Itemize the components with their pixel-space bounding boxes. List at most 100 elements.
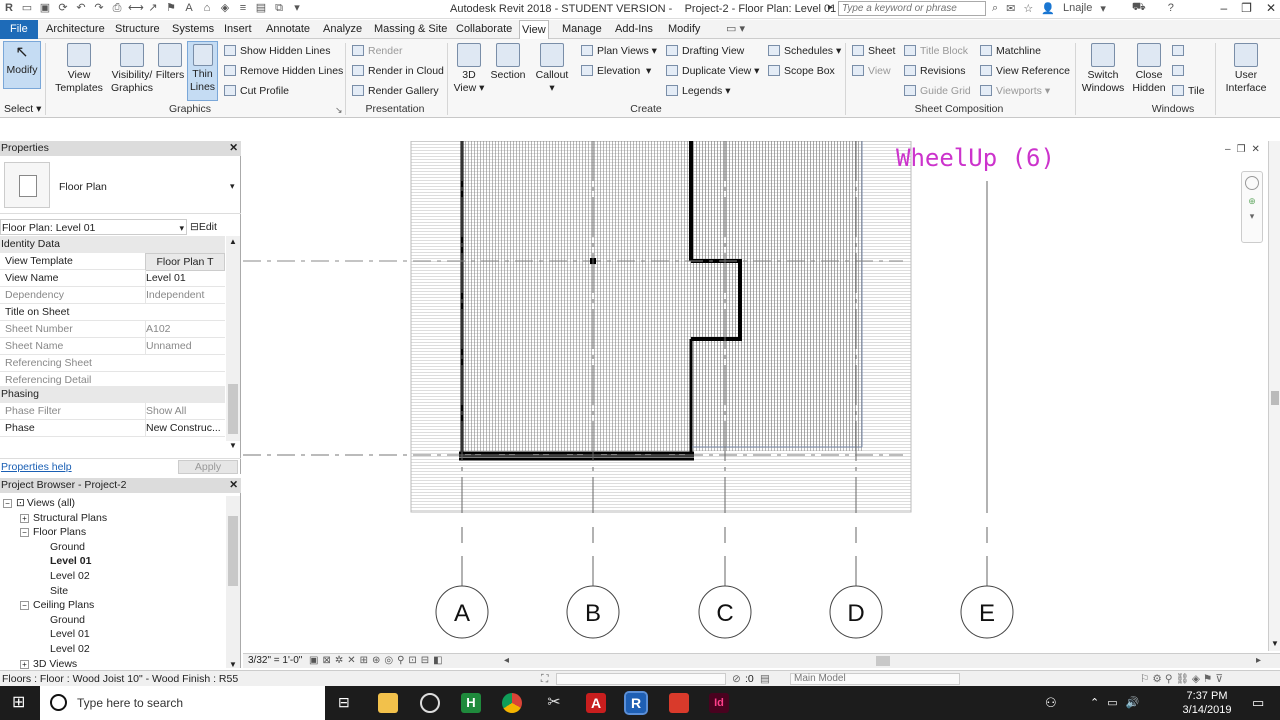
3d-view-button[interactable]: 3D View ▾ (452, 43, 486, 95)
instance-filter-dropdown[interactable]: Floor Plan: Level 01 ▾ (0, 219, 187, 235)
revisions-button[interactable]: Revisions (904, 63, 966, 79)
properties-help-link[interactable]: Properties help (1, 461, 72, 473)
restore-icon[interactable]: ❐ (1241, 1, 1252, 15)
property-value[interactable]: Floor Plan T (145, 253, 225, 271)
phasing-row[interactable]: Phase New Construc... (0, 420, 225, 437)
dialog-launcher-icon[interactable]: ↘ (335, 105, 343, 116)
browser-tree-item[interactable]: Level 02 (50, 642, 90, 657)
tab-insert[interactable]: Insert (222, 20, 254, 39)
minimize-icon[interactable]: – (1220, 1, 1227, 15)
expand-icon[interactable]: + (20, 659, 29, 669)
close-hidden-button[interactable]: Close Hidden (1130, 43, 1168, 95)
browser-tree-item[interactable]: Level 01 (50, 627, 90, 642)
community-icon[interactable]: ✉ (1006, 2, 1015, 15)
tab-file[interactable]: File (0, 20, 38, 39)
browser-tree-item[interactable]: Level 01 (50, 554, 91, 569)
phasing-row[interactable]: Phase Filter Show All (0, 403, 225, 420)
tab-systems[interactable]: Systems (170, 20, 216, 39)
browser-tree-item[interactable]: Site (50, 584, 68, 599)
dimension-icon[interactable]: ↗ (146, 1, 160, 15)
property-value[interactable]: Unnamed (145, 338, 225, 354)
tab-structure[interactable]: Structure (113, 20, 162, 39)
user-icon[interactable]: 👤 (1041, 2, 1055, 15)
property-value[interactable]: Independent (145, 287, 225, 303)
drafting-view-button[interactable]: Drafting View (666, 43, 744, 59)
acrobat-icon[interactable] (669, 693, 689, 713)
cut-profile-button[interactable]: Cut Profile (224, 83, 289, 99)
close-icon[interactable]: ✕ (229, 478, 238, 493)
open-icon[interactable]: ▭ (20, 1, 34, 15)
canvas-vertical-scrollbar[interactable]: ▼ (1268, 141, 1280, 651)
steering-wheel-icon[interactable] (1245, 176, 1259, 190)
indesign-icon[interactable]: Id (709, 693, 729, 713)
property-value[interactable]: Show All (145, 403, 225, 419)
autodesk-app-icon[interactable] (420, 693, 440, 713)
minimize-icon[interactable]: – (1225, 144, 1231, 155)
zoom-icon[interactable]: ⊕ (1242, 196, 1262, 207)
sheet-button[interactable]: Sheet (852, 43, 895, 59)
scroll-left-icon[interactable]: ◂ (504, 654, 509, 668)
property-row[interactable]: View Template Floor Plan T (0, 253, 225, 271)
browser-tree-item[interactable]: − Floor Plans (20, 525, 86, 540)
property-row[interactable]: Title on Sheet (0, 304, 225, 321)
chevron-down-icon[interactable]: ▾ (1242, 211, 1262, 222)
windows-start-icon[interactable]: ⊞ (12, 692, 25, 712)
redo-icon[interactable]: ↷ (92, 1, 106, 15)
customize-icon[interactable]: ▾ (290, 1, 304, 15)
plan-views-button[interactable]: Plan Views ▾ (581, 43, 657, 59)
tab-massing-site[interactable]: Massing & Site (372, 20, 449, 39)
render-in-cloud-button[interactable]: Render in Cloud (352, 63, 444, 79)
select-dropdown[interactable]: Select ▾ (4, 103, 41, 115)
browser-scrollbar[interactable]: ▼ (226, 496, 240, 669)
browser-tree-item[interactable]: Ground (50, 613, 85, 628)
property-value[interactable]: Level 01 (145, 270, 225, 286)
system-tray-icons[interactable]: ⌃▭🔊 (1090, 696, 1147, 709)
collapse-icon[interactable]: − (20, 528, 29, 538)
tab-manage[interactable]: Manage (560, 20, 604, 39)
chevron-down-icon[interactable]: ▾ (1100, 2, 1106, 15)
task-view-icon[interactable]: ⊟ (338, 694, 350, 711)
workset-dropdown[interactable] (556, 673, 726, 685)
tab-modify[interactable]: Modify (666, 20, 702, 39)
undo-icon[interactable]: ↶ (74, 1, 88, 15)
section-button[interactable]: Section (489, 43, 527, 82)
view-reference-button[interactable]: View Reference (980, 63, 1070, 79)
collapse-icon[interactable]: − (20, 601, 29, 611)
callout-button[interactable]: Callout ▾ (533, 43, 571, 95)
print-icon[interactable]: ⎙ (110, 1, 124, 15)
scope-box-button[interactable]: Scope Box (768, 63, 835, 79)
view-templates-button[interactable]: View Templates (54, 43, 104, 95)
search-input[interactable] (838, 1, 986, 16)
elevation-button[interactable]: Elevation ▾ (581, 63, 651, 79)
tab-collaborate[interactable]: Collaborate (454, 20, 514, 39)
switch-windows-icon[interactable]: ⧉ (272, 1, 286, 15)
browser-tree-item[interactable]: − Ceiling Plans (20, 598, 94, 613)
3d-view-icon[interactable]: ⌂ (200, 1, 214, 15)
properties-scrollbar[interactable]: ▲ ▼ (226, 236, 240, 450)
revit-logo-icon[interactable]: R (2, 1, 16, 15)
collapse-icon[interactable]: − (3, 499, 12, 508)
property-row[interactable]: Dependency Independent (0, 287, 225, 304)
horizontal-scroll-thumb[interactable] (876, 656, 890, 666)
help-icon[interactable]: ? (1168, 2, 1174, 14)
revit-taskbar-icon[interactable]: R (624, 691, 648, 715)
file-explorer-icon[interactable] (378, 693, 398, 713)
section-icon[interactable]: ◈ (218, 1, 232, 15)
filters-button[interactable]: Filters (154, 43, 186, 82)
notifications-icon[interactable]: ▭ (1252, 695, 1264, 711)
favorites-icon[interactable]: ☆ (1023, 2, 1033, 15)
browser-tree-item[interactable]: Ground (50, 540, 85, 555)
replicate-button[interactable] (1172, 43, 1188, 59)
schedules-button[interactable]: Schedules ▾ (768, 43, 841, 59)
selection-filter-icons[interactable]: ⚐⚙⚲⛓◈⚑⊽ (1140, 671, 1226, 687)
visibility-graphics-button[interactable]: Visibility/Graphics (108, 43, 156, 95)
property-row[interactable]: Referencing Sheet (0, 355, 225, 372)
sync-icon[interactable]: ⟳ (56, 1, 70, 15)
chevron-down-icon[interactable]: ▾ (230, 181, 235, 192)
phasing-category[interactable]: Phasing (0, 386, 225, 403)
close-windows-icon[interactable]: ▤ (254, 1, 268, 15)
design-options-icon[interactable]: ▤ (760, 671, 770, 687)
place-view-button[interactable]: View (852, 63, 891, 79)
binoculars-icon[interactable]: ⌕ (992, 2, 998, 15)
h-app-icon[interactable]: H (461, 693, 481, 713)
